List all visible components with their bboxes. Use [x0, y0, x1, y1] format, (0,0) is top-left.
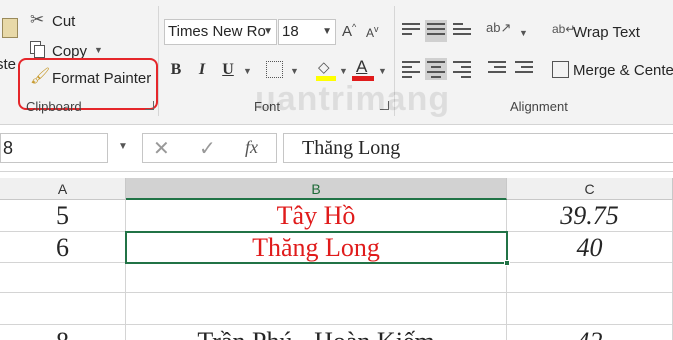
merge-center-button[interactable]: Merge & Cente — [550, 58, 673, 84]
cell-a[interactable]: 6 — [0, 232, 126, 263]
middle-align-icon[interactable] — [425, 20, 447, 42]
format-painter-button[interactable]: 🖌 Format Painter — [28, 66, 153, 90]
font-name-select[interactable]: Times New Ro ▼ — [164, 19, 277, 45]
font-size-value: 18 — [282, 23, 299, 40]
cell-a[interactable] — [0, 293, 126, 325]
font-color-letter: A — [356, 57, 368, 76]
cell-c[interactable]: 40 — [507, 232, 673, 263]
align-left-icon[interactable] — [400, 58, 422, 80]
cell-c[interactable] — [507, 263, 673, 293]
decrease-indent-icon[interactable] — [486, 58, 508, 80]
paste-icon — [2, 18, 18, 38]
italic-button[interactable]: I — [191, 59, 213, 81]
paste-label: ste — [0, 56, 17, 73]
chevron-down-icon[interactable]: ▼ — [290, 66, 299, 76]
chevron-down-icon: ▼ — [263, 26, 273, 37]
increase-font-size-icon[interactable]: A^ — [342, 22, 356, 40]
watermark-logo: uantrimang — [255, 80, 451, 118]
alignment-group-label: Alignment — [510, 99, 568, 114]
chevron-down-icon[interactable]: ▼ — [243, 66, 252, 76]
cell-b[interactable]: Trần Phú - Hoàn Kiếm — [126, 325, 507, 340]
cell-b[interactable]: Tây Hồ — [126, 200, 507, 232]
bold-button[interactable]: B — [165, 59, 187, 81]
cell-b[interactable] — [126, 263, 507, 293]
cut-label: Cut — [52, 13, 76, 30]
chevron-down-icon[interactable]: ▼ — [519, 28, 528, 38]
formula-buttons: ✕ ✓ fx — [142, 133, 277, 163]
formula-input[interactable]: Thăng Long — [283, 133, 673, 163]
top-align-icon[interactable] — [400, 20, 422, 42]
scissors-icon: ✂ — [30, 10, 45, 29]
chevron-down-icon: ▼ — [322, 26, 332, 37]
align-right-icon[interactable] — [451, 58, 473, 80]
column-header-b[interactable]: B — [126, 178, 507, 200]
cell-c[interactable] — [507, 293, 673, 325]
chevron-down-icon[interactable]: ▼ — [378, 66, 387, 76]
column-header-c[interactable]: C — [507, 178, 673, 200]
font-name-value: Times New Ro — [168, 23, 266, 40]
cell-c[interactable]: 42 — [507, 325, 673, 340]
fill-color-icon[interactable]: ◇ — [316, 58, 336, 82]
font-color-icon[interactable]: A — [352, 57, 374, 82]
borders-icon[interactable] — [266, 61, 283, 78]
cell-c[interactable]: 39.75 — [507, 200, 673, 232]
enter-icon[interactable]: ✓ — [199, 136, 216, 161]
name-box-value: 8 — [3, 138, 14, 158]
increase-indent-icon[interactable] — [513, 58, 535, 80]
wrap-text-label: Wrap Text — [573, 24, 640, 41]
column-header-a[interactable]: A — [0, 178, 126, 200]
underline-button[interactable]: U — [217, 59, 239, 81]
paintbrush-icon: 🖌 — [30, 68, 51, 85]
active-cell-b[interactable]: Thăng Long — [125, 231, 508, 264]
bottom-align-icon[interactable] — [451, 20, 473, 42]
orientation-icon[interactable]: ab↗ — [486, 20, 511, 42]
name-box[interactable]: 8 — [0, 133, 108, 163]
format-painter-label: Format Painter — [52, 70, 152, 87]
cell-a[interactable] — [0, 263, 126, 293]
clipboard-group-label: Clipboard — [26, 99, 82, 114]
cut-button[interactable]: ✂ Cut — [28, 10, 88, 34]
cell-b[interactable] — [126, 293, 507, 325]
fill-handle[interactable] — [504, 260, 510, 266]
clipboard-launcher-icon[interactable] — [145, 101, 154, 110]
cancel-icon[interactable]: ✕ — [153, 136, 170, 161]
chevron-down-icon[interactable]: ▼ — [339, 66, 348, 76]
cell-a[interactable]: 8 — [0, 325, 126, 340]
decrease-font-size-icon[interactable]: Av — [366, 24, 379, 40]
insert-function-icon[interactable]: fx — [245, 137, 258, 158]
cell-a[interactable]: 5 — [0, 200, 126, 232]
chevron-down-icon[interactable]: ▼ — [94, 45, 103, 55]
wrap-text-icon: ab↵ — [552, 22, 576, 36]
chevron-down-icon[interactable]: ▼ — [118, 141, 128, 152]
align-center-icon[interactable] — [425, 58, 447, 80]
merge-center-label: Merge & Cente — [573, 62, 673, 79]
merge-center-icon — [552, 61, 569, 78]
wrap-text-button[interactable]: ab↵ Wrap Text — [550, 20, 665, 46]
font-size-select[interactable]: 18 ▼ — [278, 19, 336, 45]
